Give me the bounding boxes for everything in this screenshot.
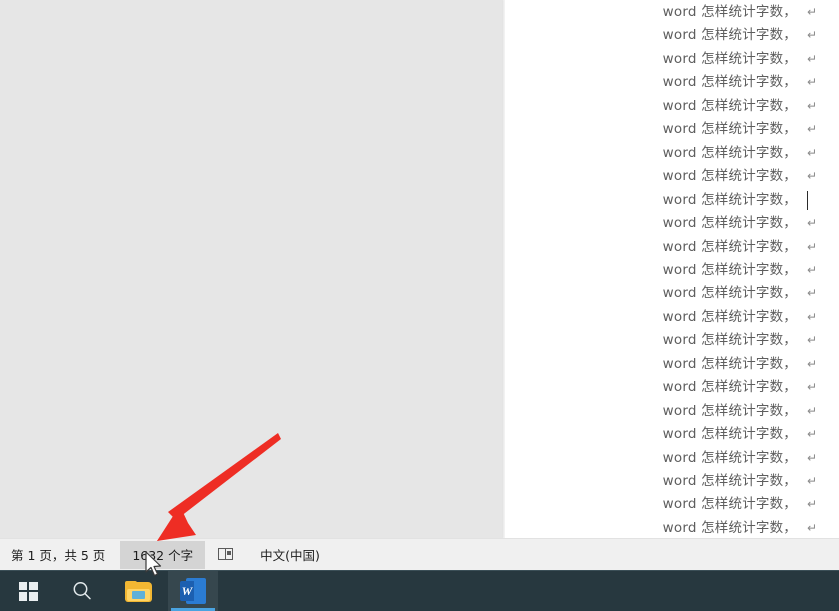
paragraph-mark-icon: ↵ <box>806 450 817 465</box>
document-line-text: word 怎样统计字数， <box>662 426 797 443</box>
document-line-text: word 怎样统计字数， <box>662 27 797 44</box>
document-line-text: word 怎样统计字数， <box>662 4 797 20</box>
file-explorer-button[interactable] <box>114 571 162 611</box>
document-line-text: word 怎样统计字数， <box>662 308 797 325</box>
document-line-text: word 怎样统计字数， <box>662 449 797 466</box>
document-text-line[interactable]: word 怎样统计字数， ↵ <box>505 1 839 24</box>
status-word-count-label: 1632 个字 <box>132 548 194 563</box>
document-text-line[interactable]: word 怎样统计字数， ↵ <box>505 118 839 141</box>
paragraph-mark-icon: ↵ <box>806 5 817 19</box>
document-text-line[interactable]: word 怎样统计字数， ↵ <box>505 493 839 516</box>
document-text-line[interactable]: word 怎样统计字数， ↵ <box>505 259 839 282</box>
document-text-line[interactable]: word 怎样统计字数， ↵ <box>505 470 839 493</box>
document-page[interactable]: word 怎样统计字数， ↵ word 怎样统计字数， ↵ word 怎样统计字数， ↵ w… <box>505 0 839 538</box>
document-text-line[interactable]: word 怎样统计字数， ↵ <box>505 95 839 118</box>
document-line-text: word 怎样统计字数， <box>662 355 797 372</box>
document-line-text: word 怎样统计字数， <box>662 144 797 161</box>
word-taskbar-button[interactable]: W <box>168 571 218 611</box>
word-app-icon: W <box>180 578 206 604</box>
document-line-text: word 怎样统计字数， <box>662 261 797 278</box>
word-application-window: word 怎样统计字数， ↵ word 怎样统计字数， ↵ word 怎样统计字数， ↵ w… <box>0 0 839 570</box>
document-line-text: word 怎样统计字数， <box>662 285 797 302</box>
document-line-text: word 怎样统计字数， <box>662 402 797 419</box>
document-text-line[interactable]: word 怎样统计字数， ↵ <box>505 329 839 352</box>
document-line-text: word 怎样统计字数， <box>662 379 797 396</box>
document-line-text: word 怎样统计字数， <box>662 519 797 536</box>
status-proofing-button[interactable] <box>211 544 241 566</box>
document-line-text: word 怎样统计字数， <box>662 332 797 349</box>
status-page-indicator[interactable]: 第 1 页，共 5 页 <box>2 544 114 566</box>
document-text-line[interactable]: word 怎样统计字数， ↵ <box>505 48 839 71</box>
paragraph-mark-icon: ↵ <box>806 497 817 512</box>
search-icon <box>73 582 91 600</box>
document-text-line[interactable]: word 怎样统计字数， ↵ <box>505 212 839 235</box>
document-text-line[interactable]: word 怎样统计字数， ↵ <box>505 236 839 259</box>
paragraph-mark-icon: ↵ <box>806 239 817 254</box>
document-text-line[interactable]: word 怎样统计字数， ↵ <box>505 306 839 329</box>
document-text-line[interactable]: word 怎样统计字数， ↵ <box>505 400 839 423</box>
paragraph-mark-icon: ↵ <box>806 474 817 488</box>
paragraph-mark-icon: ↵ <box>806 145 817 160</box>
paragraph-mark-icon: ↵ <box>806 262 817 277</box>
status-language-label: 中文(中国) <box>260 548 320 563</box>
paragraph-mark-icon: ↵ <box>806 403 817 418</box>
document-text-line[interactable]: word 怎样统计字数， ↵ <box>505 353 839 376</box>
search-button[interactable] <box>58 571 106 611</box>
document-line-text: word 怎样统计字数， <box>662 473 797 489</box>
document-text-line[interactable]: word 怎样统计字数， ↵ <box>505 71 839 94</box>
document-line-text: word 怎样统计字数， <box>662 191 797 208</box>
text-caret <box>807 190 808 210</box>
status-bar: 第 1 页，共 5 页 1632 个字 中文(中国) <box>0 538 839 570</box>
status-language-indicator[interactable]: 中文(中国) <box>251 544 329 566</box>
document-line-text: word 怎样统计字数， <box>662 238 797 255</box>
proofing-book-icon <box>218 548 234 561</box>
paragraph-mark-icon: ↵ <box>806 427 817 442</box>
paragraph-mark-icon: ↵ <box>806 98 817 113</box>
paragraph-mark-icon: ↵ <box>806 286 817 301</box>
document-text-line[interactable]: word 怎样统计字数， ↵ <box>505 24 839 47</box>
document-text-line[interactable]: word 怎样统计字数， <box>505 189 839 212</box>
paragraph-mark-icon: ↵ <box>806 169 817 184</box>
document-line-text: word 怎样统计字数， <box>662 496 797 513</box>
status-word-count[interactable]: 1632 个字 <box>120 540 206 569</box>
document-line-text: word 怎样统计字数， <box>662 121 797 138</box>
paragraph-mark-icon: ↵ <box>806 520 817 535</box>
paragraph-mark-icon: ↵ <box>806 309 817 324</box>
document-line-text: word 怎样统计字数， <box>662 74 797 91</box>
document-text-line[interactable]: word 怎样统计字数， ↵ <box>505 447 839 470</box>
paragraph-mark-icon: ↵ <box>806 333 817 348</box>
document-canvas[interactable]: word 怎样统计字数， ↵ word 怎样统计字数， ↵ word 怎样统计字数， ↵ w… <box>0 0 839 538</box>
paragraph-mark-icon: ↵ <box>806 28 817 43</box>
document-text-line[interactable]: word 怎样统计字数， ↵ <box>505 282 839 305</box>
document-text-line[interactable]: word 怎样统计字数， ↵ <box>505 376 839 399</box>
paragraph-mark-icon: ↵ <box>806 356 817 371</box>
document-text-lines[interactable]: word 怎样统计字数， ↵ word 怎样统计字数， ↵ word 怎样统计字数， ↵ w… <box>505 0 839 538</box>
document-text-line[interactable]: word 怎样统计字数， ↵ <box>505 423 839 446</box>
document-text-line[interactable]: word 怎样统计字数， ↵ <box>505 165 839 188</box>
document-line-text: word 怎样统计字数， <box>662 97 797 114</box>
paragraph-mark-icon: ↵ <box>806 51 817 66</box>
document-line-text: word 怎样统计字数， <box>662 168 797 185</box>
document-text-line[interactable]: word 怎样统计字数， ↵ <box>505 142 839 165</box>
paragraph-mark-icon: ↵ <box>806 216 817 231</box>
folder-icon <box>124 580 152 602</box>
document-line-text: word 怎样统计字数， <box>662 50 797 67</box>
windows-taskbar: W <box>0 570 839 611</box>
status-page-label: 第 1 页，共 5 页 <box>11 548 106 563</box>
document-line-text: word 怎样统计字数， <box>662 215 797 232</box>
document-text-line[interactable]: word 怎样统计字数， ↵ <box>505 517 839 540</box>
paragraph-mark-icon: ↵ <box>806 122 817 137</box>
start-button[interactable] <box>4 571 52 611</box>
paragraph-mark-icon: ↵ <box>806 380 817 395</box>
windows-logo-icon <box>18 581 38 601</box>
paragraph-mark-icon: ↵ <box>806 75 817 90</box>
